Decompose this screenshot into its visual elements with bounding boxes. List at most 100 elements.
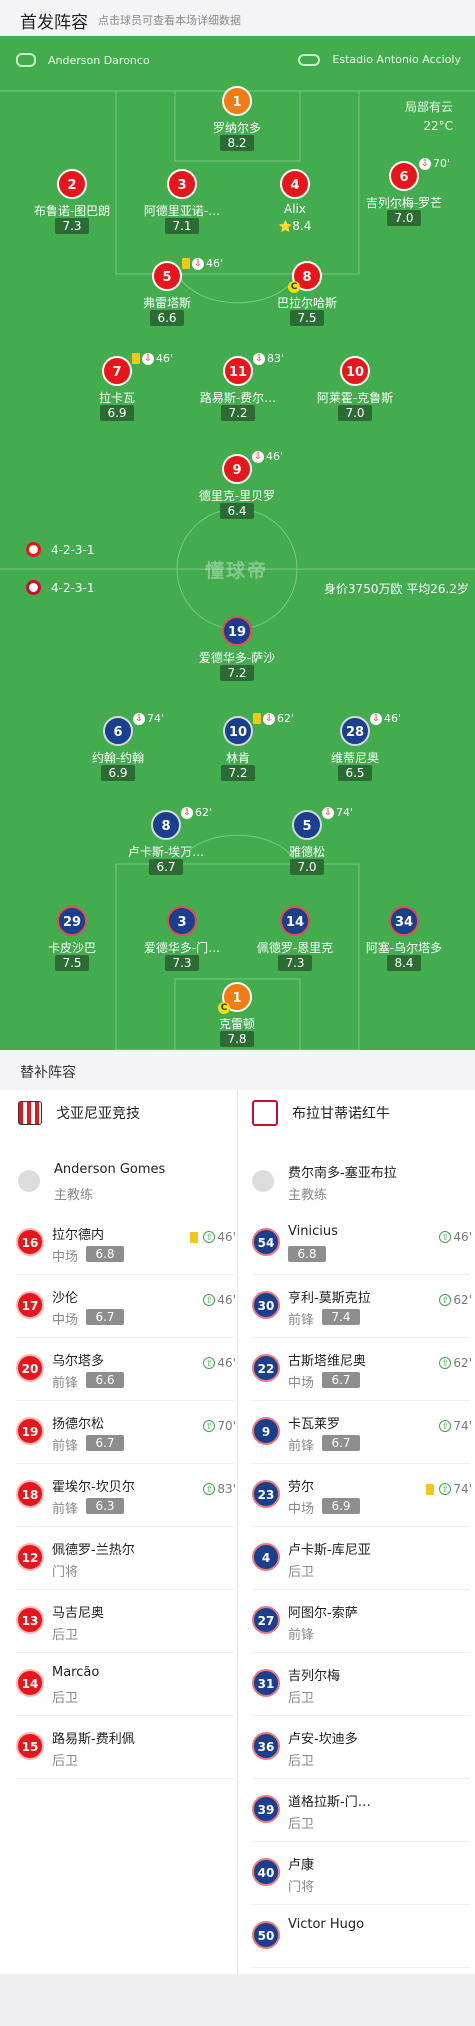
bench-name: 卢卡斯-库尼亚 <box>288 1543 371 1558</box>
player-name: 维蒂尼奥 <box>330 751 379 765</box>
subs-title-bar: 替补阵容 <box>0 1050 475 1090</box>
bench-position: 后卫 <box>288 1754 315 1769</box>
bench-name: 吉列尔梅 <box>288 1669 341 1684</box>
row-separator <box>252 1400 470 1401</box>
bench-name: Vinicius <box>288 1224 338 1239</box>
bench-name: 道格拉斯-门… <box>288 1795 371 1810</box>
player-number: 28 <box>340 716 370 746</box>
bench-number: 23 <box>252 1480 280 1508</box>
player-number: 4 <box>280 169 310 199</box>
away-bench-player-9[interactable]: 9 卡瓦莱罗 前锋 6.7 ⇧ 74' <box>252 1405 472 1465</box>
bench-name: Marcão <box>52 1665 100 1680</box>
player-rating: 7.0 <box>338 405 372 421</box>
player-rating: 7.0 <box>290 859 324 875</box>
player-rating: 7.3 <box>165 955 199 971</box>
bench-events: ⇧ 46' <box>190 1230 236 1244</box>
away-bench-player-4[interactable]: 4 卢卡斯-库尼亚 后卫 <box>252 1531 472 1591</box>
event-minute: 46' <box>384 712 402 725</box>
sub-out-icon: ⇩ <box>142 352 154 365</box>
home-bench-player-14[interactable]: 14 Marcão 后卫 <box>16 1657 236 1717</box>
away-bench-player-30[interactable]: 30 亨利-莫斯克拉 前锋 7.4 ⇧ 62' <box>252 1279 472 1339</box>
away-bench-player-50[interactable]: 50 Victor Hugo <box>252 1909 472 1969</box>
sub-minute: 83' <box>217 1482 236 1496</box>
home-bench-player-18[interactable]: 18 霍埃尔-坎贝尔 前锋 6.3 ⇧ 83' <box>16 1468 236 1528</box>
away-bench-player-39[interactable]: 39 道格拉斯-门… 后卫 <box>252 1783 472 1843</box>
away-bench-player-27[interactable]: 27 阿图尔-索萨 前锋 <box>252 1594 472 1654</box>
player-name: 克雷顿 <box>218 1017 255 1031</box>
temperature-text: 22°C <box>423 119 453 133</box>
away-bench-player-22[interactable]: 22 古斯塔维尼奥 中场 6.7 ⇧ 62' <box>252 1342 472 1402</box>
away-bench-player-23[interactable]: 23 劳尔 中场 6.9 ⇧ 74' <box>252 1468 472 1528</box>
home-bench-player-15[interactable]: 15 路易斯-费利佩 后卫 <box>16 1720 236 1780</box>
bench-name: 佩德罗-兰热尔 <box>52 1543 135 1558</box>
bench-name: 劳尔 <box>288 1480 315 1495</box>
sub-out-icon: ⇩ <box>133 712 145 725</box>
away-coach-name: 费尔南多-塞亚布拉 <box>288 1166 397 1181</box>
player-number: 19 <box>222 616 252 646</box>
bench-position: 中场 <box>288 1376 315 1391</box>
sub-minute: 74' <box>453 1419 472 1433</box>
bench-position: 前锋 <box>52 1502 79 1517</box>
away-coach-role: 主教练 <box>288 1188 328 1203</box>
home-bench-player-20[interactable]: 20 乌尔塔多 前锋 6.6 ⇧ 46' <box>16 1342 236 1402</box>
player-rating: 7.5 <box>290 310 324 326</box>
bench-position: 前锋 <box>288 1439 315 1454</box>
stadium-icon <box>298 53 321 66</box>
player-rating: 6.9 <box>101 765 135 781</box>
event-minute: 46' <box>206 257 224 270</box>
player-name: 阿塞-乌尔塔多 <box>365 941 443 955</box>
home-team-header[interactable]: 戈亚尼亚竞技 <box>18 1091 140 1135</box>
away-bench-player-40[interactable]: 40 卢康 门将 <box>252 1846 472 1906</box>
player-events: ⇩ 74' <box>322 806 353 819</box>
away-team-crest-icon <box>252 1100 278 1126</box>
away-team-name: 布拉甘蒂诺红牛 <box>292 1106 390 1122</box>
away-bench-player-36[interactable]: 36 卢安-坎迪多 后卫 <box>252 1720 472 1780</box>
player-number: 10 <box>223 716 253 746</box>
bench-events: ⇧ 83' <box>203 1482 236 1496</box>
sub-in-icon: ⇧ <box>203 1294 216 1306</box>
home-bench-player-16[interactable]: 16 拉尔德内 中场 6.8 ⇧ 46' <box>16 1216 236 1276</box>
away-team-header[interactable]: 布拉甘蒂诺红牛 <box>252 1091 390 1135</box>
away-bench-player-54[interactable]: 54 Vinicius 6.8 ⇧ 46' <box>252 1216 472 1276</box>
sub-in-icon: ⇧ <box>439 1483 452 1495</box>
home-formation-text: 4-2-3-1 <box>51 542 95 557</box>
bench-number: 19 <box>16 1417 44 1445</box>
away-bench-player-31[interactable]: 31 吉列尔梅 后卫 <box>252 1657 472 1717</box>
lineup-header: 首发阵容 点击球员可查看本场详细数据 <box>0 0 475 36</box>
home-bench-player-17[interactable]: 17 沙伦 中场 6.7 ⇧ 46' <box>16 1279 236 1339</box>
home-bench-player-13[interactable]: 13 马吉尼奥 后卫 <box>16 1594 236 1654</box>
home-crest-icon <box>26 542 41 557</box>
row-separator <box>16 1526 234 1527</box>
bench-number: 22 <box>252 1354 280 1382</box>
player-name: 阿德里亚诺-… <box>143 204 221 218</box>
yellow-card-icon <box>190 1231 199 1243</box>
player-events: ⇩ 74' <box>133 712 164 725</box>
bench-events: ⇧ 62' <box>439 1293 472 1307</box>
player-number: 9 <box>222 454 252 484</box>
bench-position: 后卫 <box>52 1628 79 1643</box>
player-name: 雅德松 <box>288 845 325 859</box>
sub-out-icon: ⇩ <box>252 450 264 463</box>
home-bench-player-19[interactable]: 19 扬德尔松 前锋 6.7 ⇧ 70' <box>16 1405 236 1465</box>
bench-position: 中场 <box>52 1313 79 1328</box>
away-crest-icon <box>26 580 41 595</box>
bench-number: 9 <box>252 1417 280 1445</box>
player-name: 德里克-里贝罗 <box>198 489 276 503</box>
sub-out-icon: ⇩ <box>263 712 275 725</box>
home-bench-player-12[interactable]: 12 佩德罗-兰热尔 门将 <box>16 1531 236 1591</box>
home-coach[interactable]: Anderson Gomes 主教练 <box>18 1154 233 1214</box>
player-name: 阿莱霍-克鲁斯 <box>316 391 394 405</box>
sub-in-icon: ⇧ <box>203 1231 216 1243</box>
home-team-name: 戈亚尼亚竞技 <box>56 1106 140 1122</box>
away-coach[interactable]: 费尔南多-塞亚布拉 主教练 <box>252 1154 467 1214</box>
sub-in-icon: ⇧ <box>203 1420 216 1432</box>
pitch: Anderson Daronco Estadio Antonio Accioly… <box>0 36 475 1050</box>
player-events: ⇩ 46' <box>132 352 173 365</box>
player-name: 卢卡斯-埃万… <box>127 845 205 859</box>
home-coach-role: 主教练 <box>54 1188 94 1203</box>
bench-position: 前锋 <box>288 1628 315 1643</box>
row-separator <box>16 1715 234 1716</box>
coach-avatar-icon <box>252 1170 274 1192</box>
bench-number: 20 <box>16 1354 44 1382</box>
sub-in-icon: ⇧ <box>439 1357 452 1369</box>
